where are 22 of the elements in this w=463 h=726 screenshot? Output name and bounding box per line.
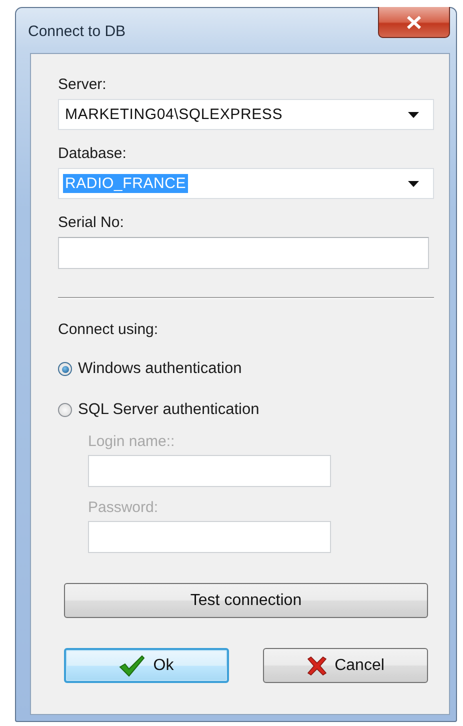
input-field[interactable] (58, 237, 429, 269)
cancel-button[interactable]: Cancel (263, 648, 428, 683)
field-label: Login name:: (88, 433, 176, 450)
radio-option[interactable]: SQL Server authentication (58, 401, 427, 419)
dropdown-arrow-icon[interactable] (408, 112, 419, 118)
field-label: Serial No: (58, 214, 125, 231)
close-icon (407, 16, 421, 28)
checkmark-icon (119, 654, 146, 676)
dropdown-arrow-icon[interactable] (408, 180, 419, 186)
field-label: Connect using: (58, 321, 160, 338)
window-title: Connect to DB (28, 23, 126, 40)
close-button[interactable] (378, 7, 450, 38)
cross-icon (306, 656, 327, 676)
test-connection-button[interactable]: Test connection (64, 583, 428, 618)
dropdown-field[interactable]: MARKETING04\SQLEXPRESS (58, 99, 434, 130)
dropdown-value: RADIO_FRANCE (63, 174, 188, 193)
field-label: Server: (58, 76, 108, 93)
dropdown-value: MARKETING04\SQLEXPRESS (64, 105, 284, 124)
field-label: Password: (88, 499, 160, 516)
field-label: Database: (58, 145, 128, 162)
ok-button[interactable]: Ok (64, 648, 229, 683)
radio-option[interactable]: Windows authentication (58, 360, 427, 378)
